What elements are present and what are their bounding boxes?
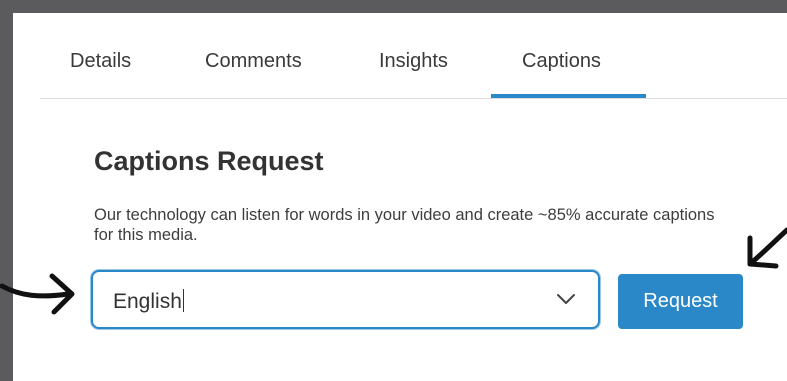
captions-panel: Details Comments Insights Captions Capti… (13, 13, 787, 381)
language-select[interactable]: English (91, 270, 600, 329)
tab-bar: Details Comments Insights Captions (13, 13, 787, 99)
tab-divider (40, 98, 787, 99)
hand-drawn-arrow-down-left-icon (747, 227, 787, 269)
language-select-value: English (113, 289, 184, 313)
tab-captions[interactable]: Captions (522, 50, 601, 73)
text-cursor (182, 289, 184, 312)
tab-insights[interactable]: Insights (379, 50, 448, 73)
hand-drawn-arrow-right-icon (0, 273, 75, 315)
captions-description: Our technology can listen for words in y… (94, 206, 715, 244)
tab-details[interactable]: Details (70, 50, 131, 73)
section-title: Captions Request (94, 146, 324, 176)
tab-comments[interactable]: Comments (205, 50, 302, 73)
chevron-down-icon[interactable] (556, 292, 576, 306)
request-button[interactable]: Request (618, 274, 743, 329)
